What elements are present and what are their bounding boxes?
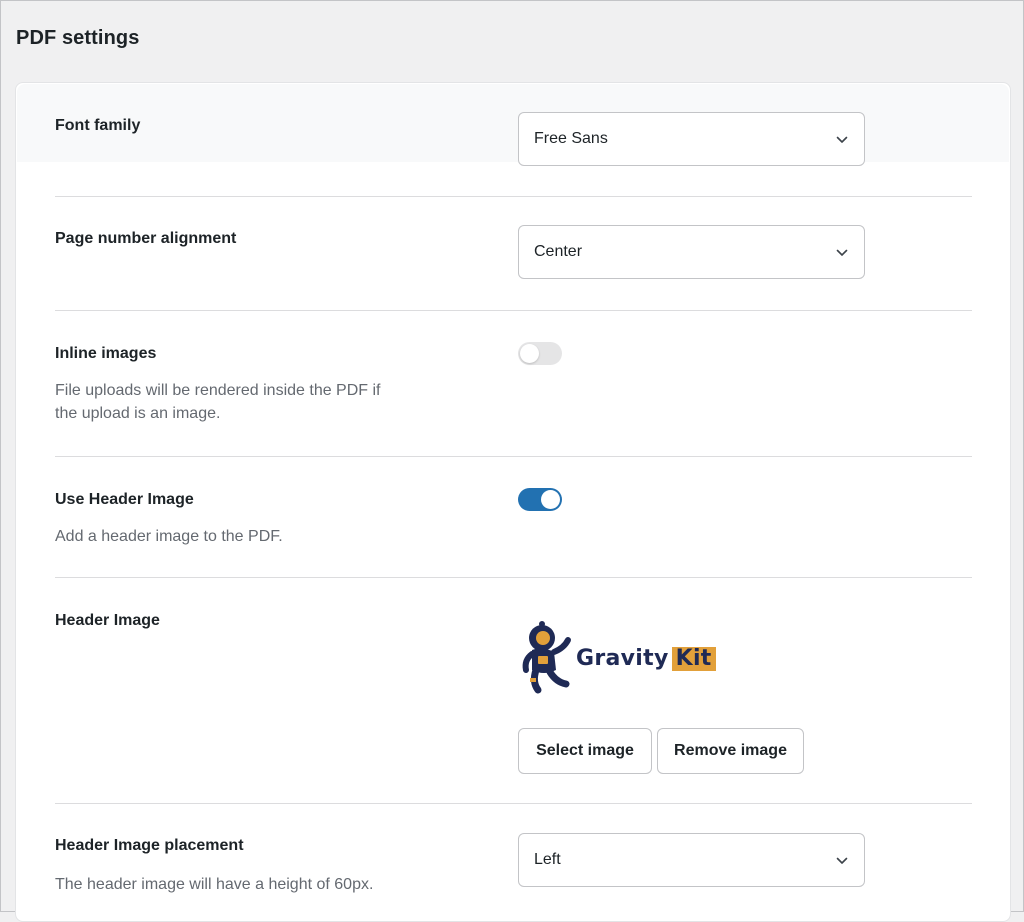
setting-row-inline-images: Inline images File uploads will be rende… — [55, 342, 972, 443]
logo-wordmark: Gravity Kit — [576, 646, 716, 671]
header-image-placement-label: Header Image placement — [55, 837, 244, 854]
divider — [55, 196, 972, 197]
select-image-button[interactable]: Select image — [518, 728, 652, 774]
divider — [55, 803, 972, 804]
settings-window: PDF settings Font family Free Sans Page … — [0, 0, 1024, 922]
divider — [55, 577, 972, 578]
use-header-image-toggle[interactable] — [518, 488, 562, 511]
use-header-image-description: Add a header image to the PDF. — [55, 528, 283, 545]
inline-images-description-line2: the upload is an image. — [55, 405, 221, 422]
use-header-image-label: Use Header Image — [55, 491, 194, 508]
chevron-down-icon — [836, 249, 848, 256]
page-title: PDF settings — [16, 27, 140, 49]
header-image-placement-value: Left — [534, 851, 561, 868]
divider — [55, 310, 972, 311]
font-family-select[interactable]: Free Sans — [518, 112, 865, 166]
inline-images-label: Inline images — [55, 345, 157, 362]
inline-images-description-line1: File uploads will be rendered inside the… — [55, 382, 381, 399]
chevron-down-icon — [836, 136, 848, 143]
logo-badge: Kit — [671, 647, 716, 671]
page-number-alignment-select[interactable]: Center — [518, 225, 865, 279]
header-image-label: Header Image — [55, 612, 160, 629]
setting-row-use-header-image: Use Header Image Add a header image to t… — [55, 488, 972, 559]
chevron-down-icon — [836, 857, 848, 864]
astronaut-icon — [522, 621, 571, 694]
settings-card: Font family Free Sans Page number alignm… — [15, 82, 1011, 922]
toggle-knob — [520, 344, 539, 363]
setting-row-header-image: Header Image Gravity Kit Select image Re… — [55, 610, 972, 810]
divider — [55, 456, 972, 457]
toggle-knob — [541, 490, 560, 509]
remove-image-button[interactable]: Remove image — [657, 728, 804, 774]
page-number-alignment-value: Center — [534, 243, 583, 260]
header-image-placement-select[interactable]: Left — [518, 833, 865, 887]
setting-row-font-family: Font family Free Sans — [55, 112, 972, 175]
setting-row-page-number-alignment: Page number alignment Center — [55, 225, 972, 288]
setting-row-header-image-placement: Header Image placement Left The header i… — [55, 833, 972, 905]
inline-images-description: File uploads will be rendered inside the… — [55, 379, 381, 425]
inline-images-toggle[interactable] — [518, 342, 562, 365]
logo-text: Gravity — [576, 646, 669, 671]
font-family-value: Free Sans — [534, 130, 608, 147]
page-number-alignment-label: Page number alignment — [55, 230, 237, 247]
header-image-placement-description: The header image will have a height of 6… — [55, 876, 374, 893]
font-family-label: Font family — [55, 117, 141, 134]
header-image-preview: Gravity Kit — [520, 618, 740, 698]
